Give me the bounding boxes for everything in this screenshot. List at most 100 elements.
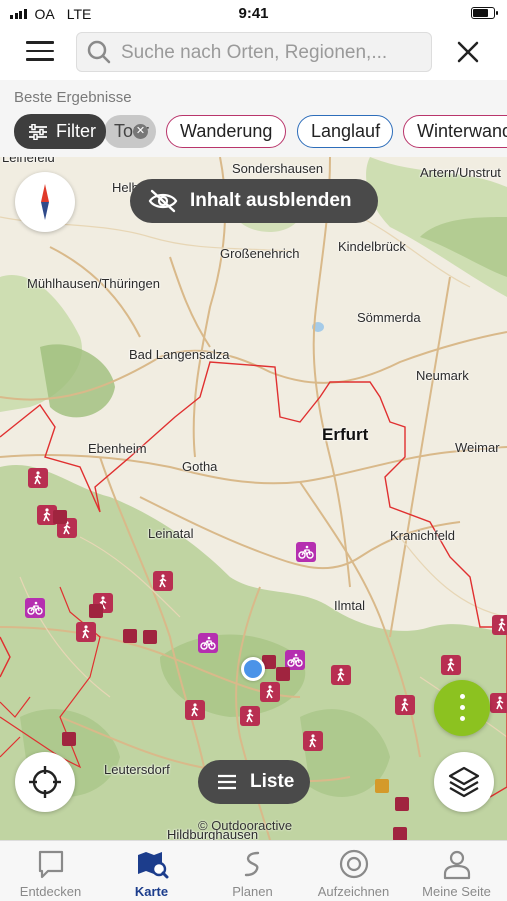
close-icon[interactable] xyxy=(454,38,482,66)
tab-label: Planen xyxy=(232,884,273,899)
poi-cluster-marker[interactable] xyxy=(62,732,76,746)
poi-cluster-marker[interactable] xyxy=(89,604,103,618)
hiking-poi[interactable] xyxy=(240,706,260,726)
place-label: Neumark xyxy=(416,368,469,383)
chip-tour[interactable]: Tour ✕ xyxy=(104,115,156,148)
chip-wanderung[interactable]: Wanderung xyxy=(166,115,286,148)
hiking-poi[interactable] xyxy=(153,571,173,591)
locate-me-button[interactable] xyxy=(15,752,75,812)
poi-cluster-marker[interactable] xyxy=(276,667,290,681)
more-options-button[interactable] xyxy=(434,680,490,736)
hiking-poi[interactable] xyxy=(303,731,323,751)
search-input[interactable] xyxy=(119,40,423,66)
hiker-icon xyxy=(43,508,51,522)
search-icon xyxy=(87,40,111,64)
layers-icon xyxy=(448,766,480,798)
route-icon xyxy=(244,851,260,877)
place-label: Kindelbrück xyxy=(338,239,406,254)
bike-icon xyxy=(287,653,303,667)
place-label: Sömmerda xyxy=(357,310,421,325)
hiking-poi[interactable] xyxy=(28,468,48,488)
hiking-poi[interactable] xyxy=(185,700,205,720)
tab-label: Meine Seite xyxy=(422,884,491,899)
battery-icon xyxy=(471,7,498,19)
tab-label: Karte xyxy=(134,884,169,899)
compass-button[interactable] xyxy=(15,172,75,232)
map-layers-button[interactable] xyxy=(434,752,494,812)
hide-content-button[interactable]: Inhalt ausblenden xyxy=(130,179,378,223)
place-label: Mühlhausen/Thüringen xyxy=(27,276,160,291)
hiking-poi[interactable] xyxy=(260,682,280,702)
list-button-label: Liste xyxy=(250,771,295,792)
tab-label: Aufzeichnen xyxy=(317,884,390,899)
status-bar: OA LTE 9:41 xyxy=(0,0,507,28)
hiking-poi[interactable] xyxy=(492,615,507,635)
hiking-poi[interactable] xyxy=(395,695,415,715)
poi-cluster-marker[interactable] xyxy=(143,630,157,644)
hiker-icon xyxy=(159,574,167,588)
forest-area xyxy=(40,344,115,418)
hiking-poi[interactable] xyxy=(490,693,507,713)
place-label: Ebenheim xyxy=(88,441,147,456)
crosshair-icon xyxy=(29,766,61,798)
tab-entdecken[interactable]: Entdecken xyxy=(0,841,101,901)
place-label: Gotha xyxy=(182,459,218,474)
list-icon xyxy=(218,774,236,790)
compass-icon xyxy=(41,184,49,220)
chip-langlauf[interactable]: Langlauf xyxy=(297,115,393,148)
place-label: Leinefeld xyxy=(2,157,55,165)
hiker-icon xyxy=(447,658,455,672)
chip-wanderung-label: Wanderung xyxy=(180,121,273,141)
filter-button-label: Filter xyxy=(56,121,96,141)
hiker-icon xyxy=(401,698,409,712)
place-label: Kranichfeld xyxy=(390,528,456,543)
hiking-poi[interactable] xyxy=(331,665,351,685)
list-button[interactable]: Liste xyxy=(198,760,310,804)
hiker-icon xyxy=(266,685,274,699)
search-header xyxy=(0,28,507,81)
sliders-icon xyxy=(29,123,47,140)
tab-karte[interactable]: Karte xyxy=(101,841,202,901)
poi-cluster-marker[interactable] xyxy=(393,827,407,840)
current-location-marker xyxy=(241,657,265,681)
filter-button[interactable]: Filter xyxy=(14,114,106,149)
hiking-poi[interactable] xyxy=(76,622,96,642)
hiker-icon xyxy=(337,668,345,682)
tab-meine-seite[interactable]: Meine Seite xyxy=(406,841,507,901)
search-box[interactable] xyxy=(76,32,432,72)
record-icon xyxy=(339,849,369,879)
poi-cluster-marker[interactable] xyxy=(375,779,389,793)
hiker-icon xyxy=(246,709,254,723)
bike-icon xyxy=(27,601,43,615)
poi-cluster-marker[interactable] xyxy=(395,797,409,811)
map-icon xyxy=(138,852,169,879)
place-label: Sondershausen xyxy=(232,161,324,176)
biking-poi[interactable] xyxy=(296,542,316,562)
chip-langlauf-label: Langlauf xyxy=(311,121,381,141)
clock: 9:41 xyxy=(238,5,269,22)
place-label: Leinatal xyxy=(148,526,194,541)
place-label: Ilmtal xyxy=(334,598,366,613)
tab-bar: Entdecken Karte Planen Aufzeichnen Meine… xyxy=(0,840,507,901)
biking-poi[interactable] xyxy=(198,633,218,653)
place-label: Artern/Unstrut xyxy=(420,165,501,180)
map-view[interactable]: Leinefeld Sondershausen Artern/Unstrut H… xyxy=(0,157,507,840)
tab-aufzeichnen[interactable]: Aufzeichnen xyxy=(303,841,404,901)
hiker-icon xyxy=(498,618,506,632)
tab-label: Entdecken xyxy=(19,884,82,899)
best-results-label: Beste Ergebnisse xyxy=(14,89,132,106)
user-icon xyxy=(443,850,471,880)
hiker-icon xyxy=(34,471,42,485)
menu-button[interactable] xyxy=(26,41,54,63)
chip-remove-icon[interactable]: ✕ xyxy=(133,124,148,139)
chip-winterwandern[interactable]: Winterwand xyxy=(403,115,507,148)
hiker-icon xyxy=(496,696,504,710)
bike-icon xyxy=(298,545,314,559)
hiking-poi[interactable] xyxy=(441,655,461,675)
biking-poi[interactable] xyxy=(25,598,45,618)
poi-cluster-marker[interactable] xyxy=(53,510,67,524)
tab-planen[interactable]: Planen xyxy=(202,841,303,901)
poi-cluster-marker[interactable] xyxy=(123,629,137,643)
hiker-icon xyxy=(82,625,90,639)
place-label: Leutersdorf xyxy=(104,762,170,777)
